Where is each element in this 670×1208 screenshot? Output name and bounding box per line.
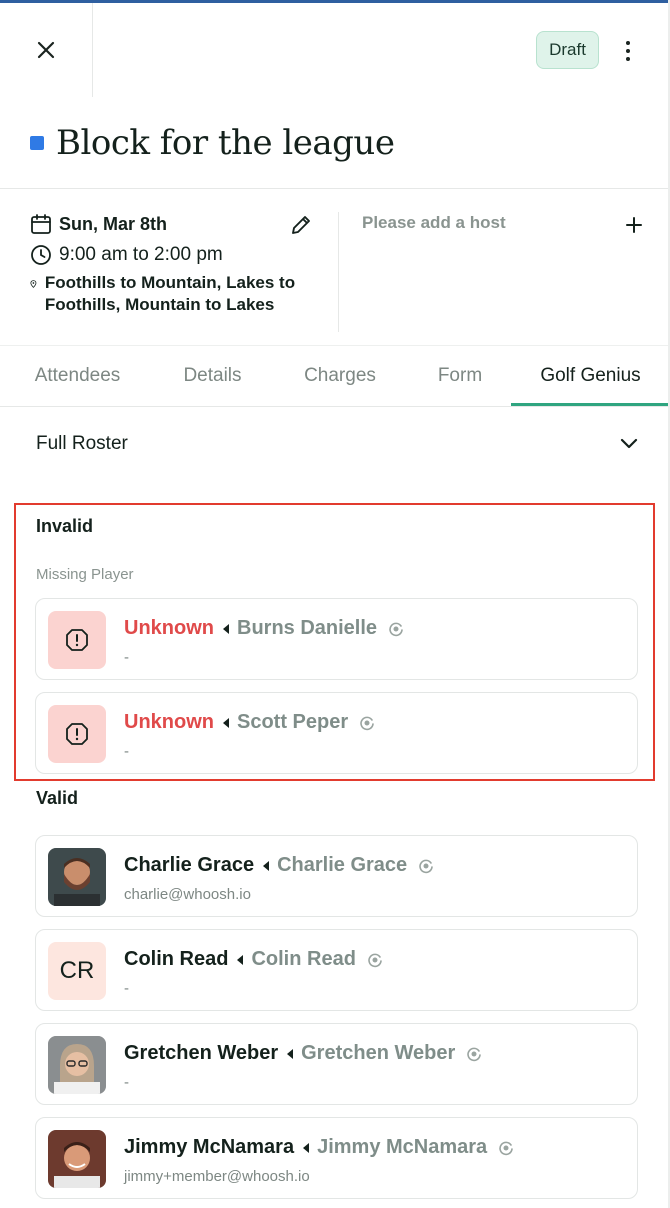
player-detail: -: [124, 649, 129, 666]
event-time: 9:00 am to 2:00 pm: [59, 244, 223, 265]
event-location: Foothills to Mountain, Lakes to Foothill…: [44, 273, 296, 314]
golf-genius-link-icon: [360, 716, 374, 730]
player-email: jimmy+member@whoosh.io: [124, 1168, 310, 1185]
list-item[interactable]: Jimmy McNamara Jimmy McNamara jimmy+memb…: [35, 1117, 638, 1199]
arrow-left-icon: [263, 860, 270, 871]
golf-genius-link-icon: [389, 622, 403, 636]
calendar-icon: [31, 214, 51, 234]
tab-details[interactable]: Details: [155, 346, 270, 406]
golf-genius-name: Scott Peper: [237, 711, 349, 733]
info-divider: [338, 212, 339, 332]
clock-icon: [31, 245, 51, 265]
player-name: Charlie Grace: [124, 854, 255, 876]
golf-genius-link-icon: [368, 953, 382, 967]
list-item[interactable]: Unknown Scott Peper -: [35, 692, 638, 774]
event-color-square-icon: [30, 136, 44, 150]
invalid-section-title: Invalid: [36, 516, 94, 536]
arrow-left-icon: [223, 623, 229, 634]
plus-icon: [626, 217, 642, 233]
tab-bar: Attendees Details Charges Form Golf Geni…: [0, 346, 670, 406]
event-title-row: Block for the league: [30, 118, 395, 168]
avatar: CR: [48, 942, 106, 1000]
roster-dropdown[interactable]: Full Roster: [0, 407, 670, 479]
person-photo-icon: [48, 1130, 106, 1188]
tab-form[interactable]: Form: [410, 346, 510, 406]
player-name: Colin Read: [124, 948, 229, 970]
avatar: [48, 1036, 106, 1094]
avatar: [48, 1130, 106, 1188]
warning-octagon-icon: [66, 629, 88, 651]
golf-genius-link-icon: [499, 1141, 513, 1155]
player-detail: -: [124, 743, 129, 760]
event-info: Sun, Mar 8th 9:00 am to 2:00 pm Foothill…: [30, 210, 320, 316]
status-badge: Draft: [536, 31, 599, 69]
arrow-left-icon: [287, 1048, 294, 1059]
page-title: Block for the league: [56, 123, 395, 163]
player-status: Unknown: [124, 711, 214, 733]
host-placeholder: Please add a host: [362, 213, 506, 232]
chevron-down-icon: [620, 438, 638, 449]
list-item[interactable]: CR Colin Read Colin Read -: [35, 929, 638, 1011]
location-pin-icon: [30, 280, 37, 288]
golf-genius-name: Burns Danielle: [237, 617, 378, 639]
avatar: [48, 848, 106, 906]
missing-player-label: Missing Player: [36, 566, 134, 583]
warning-octagon-icon: [66, 723, 88, 745]
player-status: Unknown: [124, 617, 214, 639]
close-icon: [37, 41, 55, 59]
divider: [0, 188, 670, 189]
pencil-icon: [292, 216, 310, 234]
golf-genius-link-icon: [419, 859, 433, 873]
person-photo-icon: [48, 848, 106, 906]
player-name: Gretchen Weber: [124, 1042, 279, 1064]
more-options-button[interactable]: [614, 33, 642, 69]
event-date: Sun, Mar 8th: [59, 213, 168, 234]
player-detail: -: [124, 1074, 129, 1091]
player-email: charlie@whoosh.io: [124, 886, 251, 903]
tab-golf-genius[interactable]: Golf Genius: [511, 346, 670, 406]
header: Draft: [0, 3, 670, 97]
valid-section-title: Valid: [36, 788, 79, 808]
roster-selected-value: Full Roster: [36, 433, 128, 454]
golf-genius-name: Colin Read: [251, 948, 356, 970]
edit-event-button[interactable]: [288, 212, 314, 238]
list-item[interactable]: Unknown Burns Danielle -: [35, 598, 638, 680]
active-tab-indicator: [511, 403, 670, 406]
arrow-left-icon: [223, 717, 229, 728]
arrow-left-icon: [303, 1142, 310, 1153]
tab-attendees[interactable]: Attendees: [0, 346, 155, 406]
avatar: [48, 611, 106, 669]
avatar: [48, 705, 106, 763]
player-name: Jimmy McNamara: [124, 1136, 295, 1158]
list-item[interactable]: Charlie Grace Charlie Grace charlie@whoo…: [35, 835, 638, 917]
golf-genius-link-icon: [467, 1047, 482, 1061]
more-vertical-icon: [626, 41, 630, 45]
list-item[interactable]: Gretchen Weber Gretchen Weber -: [35, 1023, 638, 1105]
close-button[interactable]: [0, 3, 93, 97]
golf-genius-name: Gretchen Weber: [301, 1042, 456, 1064]
tab-charges[interactable]: Charges: [270, 346, 410, 406]
player-detail: -: [124, 980, 129, 997]
golf-genius-name: Jimmy McNamara: [317, 1136, 488, 1158]
golf-genius-name: Charlie Grace: [277, 854, 408, 876]
add-host-button[interactable]: [620, 211, 648, 239]
person-photo-icon: [48, 1036, 106, 1094]
arrow-left-icon: [237, 954, 244, 965]
